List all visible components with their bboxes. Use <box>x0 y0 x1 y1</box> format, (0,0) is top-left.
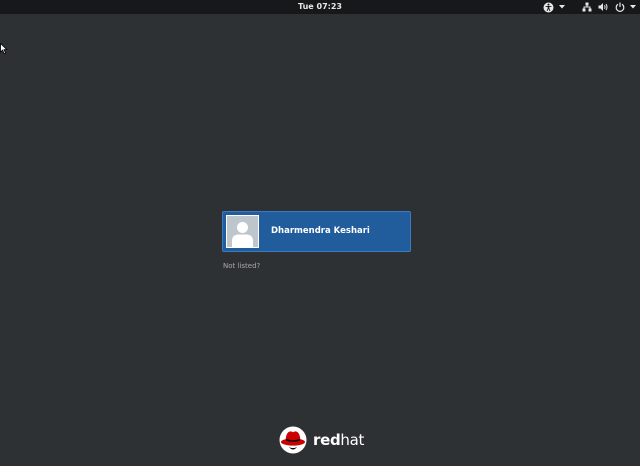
redhat-logo-icon <box>279 426 307 454</box>
logo-text-hat: hat <box>340 431 365 449</box>
accessibility-icon <box>543 2 554 13</box>
redhat-logo: redhat <box>279 425 369 457</box>
user-avatar-icon <box>226 215 259 248</box>
system-status-menu[interactable] <box>582 1 636 13</box>
dropdown-arrow-icon <box>630 5 636 9</box>
login-screen: Tue 07:23 Dharmendra Keshari Not listed?… <box>0 0 640 466</box>
user-name: Dharmendra Keshari <box>271 226 370 236</box>
volume-icon <box>598 2 609 12</box>
network-wired-icon <box>582 2 592 12</box>
accessibility-menu[interactable] <box>543 1 565 13</box>
dropdown-arrow-icon <box>559 5 565 9</box>
logo-text-red: red <box>313 431 341 449</box>
power-icon <box>615 2 625 12</box>
not-listed-link[interactable]: Not listed? <box>223 262 260 271</box>
redhat-logo-text: redhat <box>313 431 364 449</box>
user-list-item[interactable]: Dharmendra Keshari <box>222 211 411 252</box>
mouse-cursor-icon <box>0 40 8 59</box>
top-bar: Tue 07:23 <box>0 0 640 14</box>
